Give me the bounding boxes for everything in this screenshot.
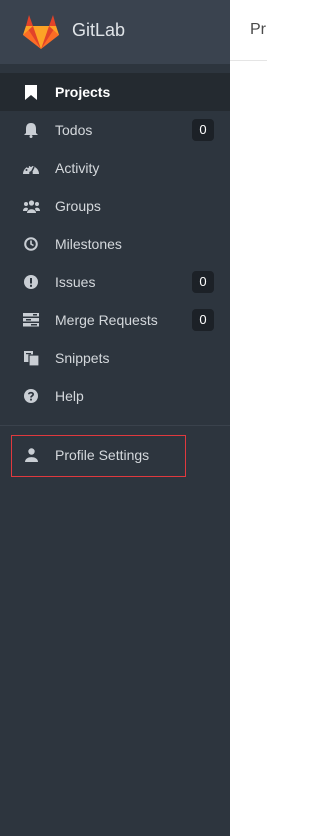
content-header: Pr: [230, 0, 267, 61]
sidebar-nav: Projects Todos 0 Activity Groups Milesto…: [0, 73, 230, 415]
sidebar-item-label: Todos: [55, 122, 93, 138]
merge-requests-count-badge: 0: [192, 309, 214, 331]
sidebar-item-projects[interactable]: Projects: [0, 73, 230, 111]
clock-icon: [22, 236, 40, 252]
bookmark-icon: [22, 84, 40, 100]
sidebar-item-label: Milestones: [55, 236, 122, 252]
exclamation-circle-icon: [22, 274, 40, 290]
sidebar-item-todos[interactable]: Todos 0: [0, 111, 230, 149]
sidebar-item-label: Activity: [55, 160, 100, 176]
sidebar-item-label: Merge Requests: [55, 312, 158, 328]
profile-settings-highlight: [11, 435, 186, 477]
sidebar-divider: [0, 425, 230, 426]
dashboard-icon: [22, 160, 40, 176]
gitlab-logo-icon[interactable]: [22, 13, 60, 49]
sidebar: GitLab Projects Todos 0 Activity Groups …: [0, 0, 230, 836]
sidebar-item-label: Help: [55, 388, 84, 404]
question-circle-icon: [22, 388, 40, 404]
tasks-icon: [22, 312, 40, 328]
issues-count-badge: 0: [192, 271, 214, 293]
sidebar-item-milestones[interactable]: Milestones: [0, 225, 230, 263]
sidebar-item-label: Issues: [55, 274, 96, 290]
sidebar-item-merge-requests[interactable]: Merge Requests 0: [0, 301, 230, 339]
todos-count-badge: 0: [192, 119, 214, 141]
users-icon: [22, 198, 40, 214]
sidebar-item-label: Groups: [55, 198, 101, 214]
sidebar-item-help[interactable]: Help: [0, 377, 230, 415]
brand-header[interactable]: GitLab: [0, 0, 230, 64]
sidebar-item-label: Snippets: [55, 350, 110, 366]
brand-name[interactable]: GitLab: [72, 20, 125, 41]
sidebar-item-label: Projects: [55, 84, 111, 100]
sidebar-item-issues[interactable]: Issues 0: [0, 263, 230, 301]
sidebar-item-activity[interactable]: Activity: [0, 149, 230, 187]
clipboard-icon: [22, 350, 40, 366]
sidebar-item-snippets[interactable]: Snippets: [0, 339, 230, 377]
sidebar-item-groups[interactable]: Groups: [0, 187, 230, 225]
page-title: Pr: [250, 21, 266, 38]
bell-icon: [22, 122, 40, 138]
